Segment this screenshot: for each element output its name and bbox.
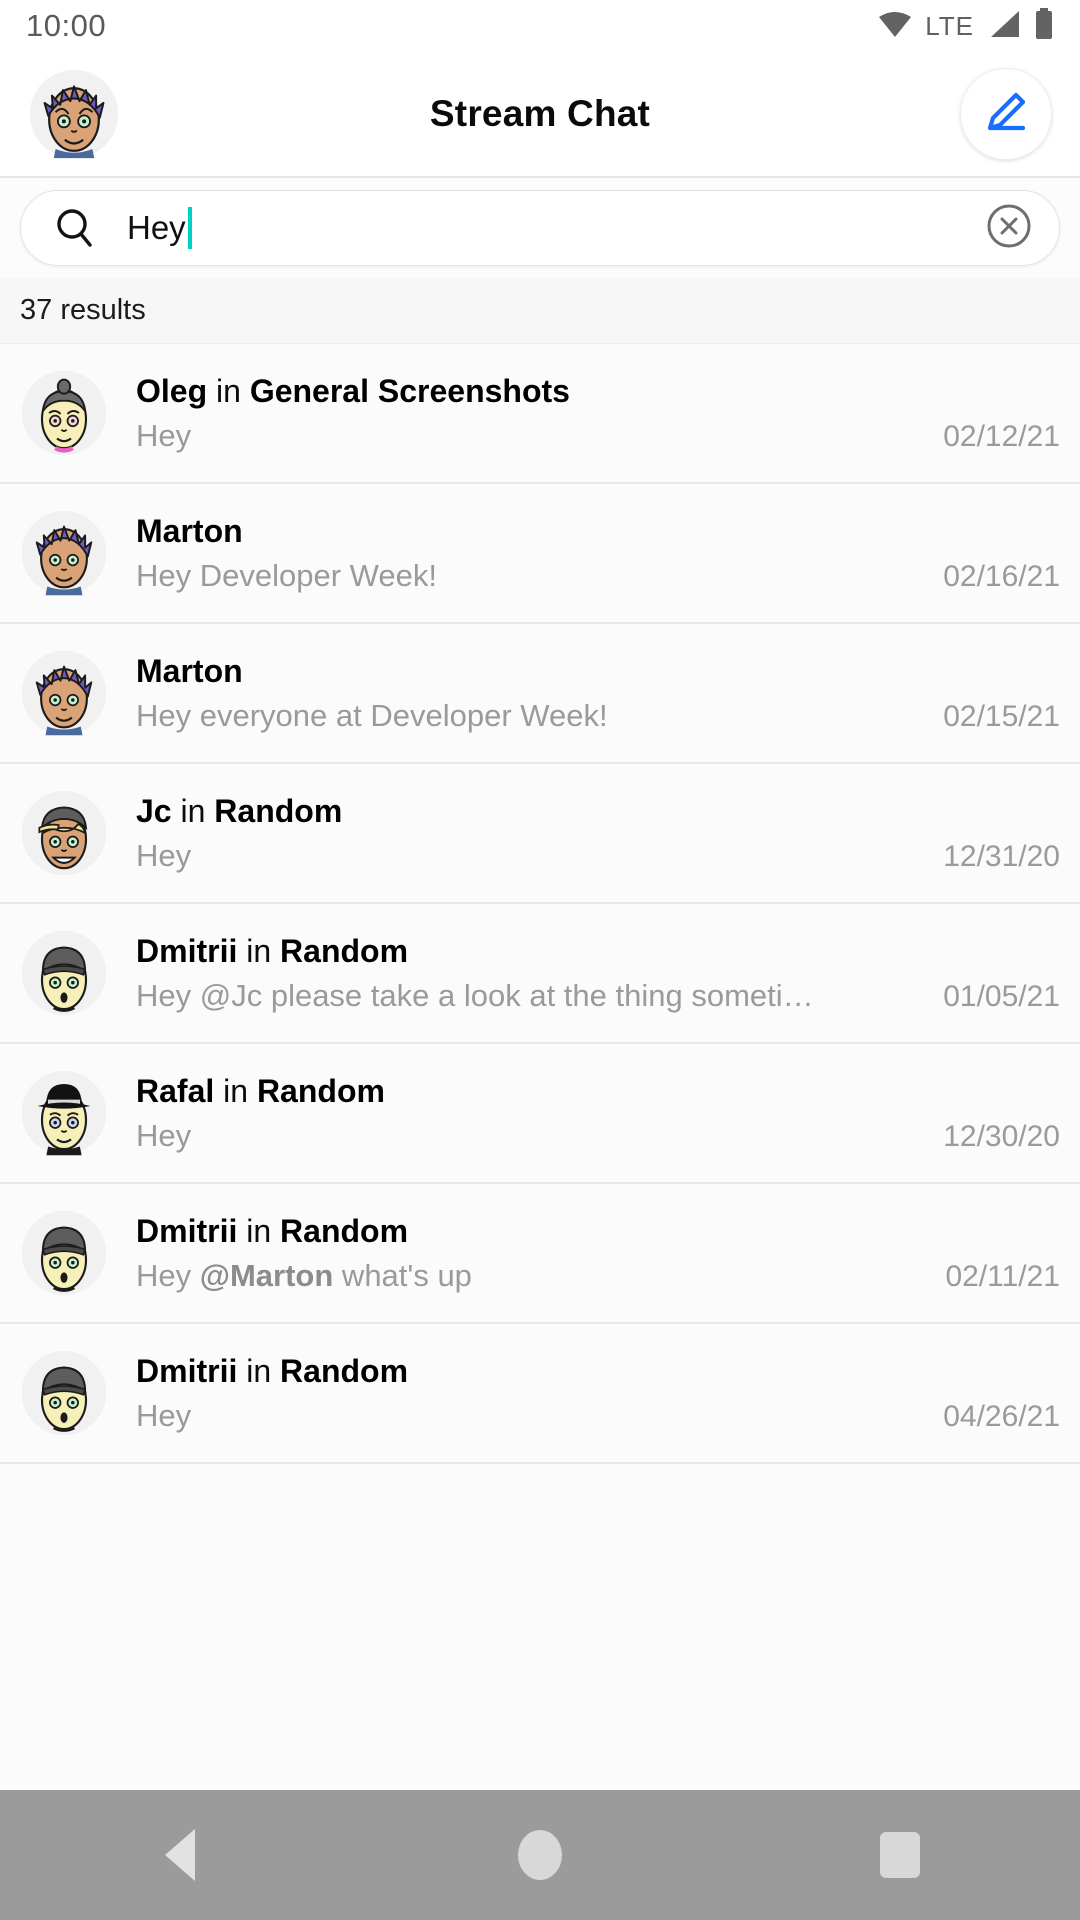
result-channel-name: Random	[280, 932, 409, 969]
recents-square-icon	[880, 1832, 920, 1878]
result-date: 04/26/21	[943, 1399, 1060, 1433]
signal-icon	[987, 9, 1021, 44]
result-in-word: in	[216, 372, 241, 409]
result-channel-name: Random	[280, 1212, 409, 1249]
result-in-word: in	[246, 1352, 272, 1389]
nav-home-button[interactable]	[480, 1795, 600, 1915]
results-count-bar: 37 results	[0, 278, 1080, 344]
mention-token: @Marton	[199, 1257, 334, 1293]
result-in-word: in	[246, 1212, 272, 1249]
pencil-edit-icon	[983, 89, 1029, 140]
result-in-word: in	[180, 792, 206, 829]
result-user-name: Dmitrii	[136, 1212, 238, 1249]
search-section: Hey	[0, 178, 1080, 278]
result-title: Jc in Random	[136, 793, 1060, 830]
result-title: Marton	[136, 513, 1060, 550]
jc-cap-avatar	[20, 789, 108, 877]
result-message: Hey	[136, 417, 192, 453]
result-message: Hey @Jc please take a look at the thing …	[136, 977, 814, 1013]
wifi-icon	[878, 9, 912, 44]
result-message: Hey @Marton what's up	[136, 1257, 472, 1293]
nav-back-button[interactable]	[120, 1795, 240, 1915]
nav-recents-button[interactable]	[840, 1795, 960, 1915]
table-row[interactable]: Dmitrii in Random Hey @Jc please take a l…	[0, 904, 1080, 1044]
result-channel-name: General Screenshots	[249, 372, 570, 409]
marton-purple-hair-avatar	[20, 649, 108, 737]
result-channel-name: Random	[280, 1352, 409, 1389]
result-title: Dmitrii in Random	[136, 1213, 1060, 1250]
table-row[interactable]: Jc in Random Hey 12/31/20	[0, 764, 1080, 904]
result-user-name: Rafal	[136, 1072, 215, 1109]
compose-button[interactable]	[960, 68, 1052, 160]
result-title: Dmitrii in Random	[136, 933, 1060, 970]
result-in-word: in	[223, 1072, 249, 1109]
result-date: 02/16/21	[943, 559, 1060, 593]
result-date: 12/31/20	[943, 839, 1060, 873]
status-bar: 10:00 LTE	[0, 0, 1080, 52]
result-user-name: Jc	[136, 792, 172, 829]
search-results-list[interactable]: Oleg in General Screenshots Hey 02/12/21 Ma…	[0, 344, 1080, 1790]
search-value: Hey	[127, 209, 186, 246]
result-date: 02/12/21	[943, 419, 1060, 453]
result-in-word: in	[246, 932, 272, 969]
dmitrii-beanie-avatar	[20, 1209, 108, 1297]
result-message: Hey everyone at Developer Week!	[136, 697, 608, 733]
clear-search-button[interactable]	[985, 202, 1033, 255]
result-user-name: Dmitrii	[136, 1352, 238, 1389]
result-channel-name: Random	[214, 792, 343, 829]
result-title: Oleg in General Screenshots	[136, 373, 1060, 410]
status-icons: LTE	[878, 7, 1054, 45]
avatar[interactable]	[28, 68, 120, 160]
network-label: LTE	[925, 10, 974, 41]
status-time: 10:00	[26, 8, 107, 43]
result-title: Rafal in Random	[136, 1073, 1060, 1110]
result-title: Dmitrii in Random	[136, 1353, 1060, 1390]
table-row[interactable]: Marton Hey Developer Week! 02/16/21	[0, 484, 1080, 624]
table-row[interactable]: Dmitrii in Random Hey @Marton what's up 02…	[0, 1184, 1080, 1324]
result-date: 02/15/21	[943, 699, 1060, 733]
marton-purple-hair-avatar	[20, 509, 108, 597]
home-circle-icon	[518, 1830, 562, 1880]
result-date: 12/30/20	[943, 1119, 1060, 1153]
table-row[interactable]: Dmitrii in Random Hey 04/26/21	[0, 1324, 1080, 1464]
rafal-bowler-hat-avatar	[20, 1069, 108, 1157]
search-input[interactable]: Hey	[20, 190, 1060, 266]
result-user-name: Dmitrii	[136, 932, 238, 969]
page-title: Stream Chat	[429, 93, 651, 134]
table-row[interactable]: Oleg in General Screenshots Hey 02/12/21	[0, 344, 1080, 484]
result-title: Marton	[136, 653, 1060, 690]
battery-icon	[1034, 7, 1054, 45]
results-count: 37 results	[20, 294, 146, 326]
result-user-name: Marton	[136, 652, 243, 689]
table-row[interactable]: Marton Hey everyone at Developer Week! 02/…	[0, 624, 1080, 764]
result-message: Hey	[136, 1117, 192, 1153]
search-icon	[53, 206, 99, 250]
dmitrii-beanie-avatar	[20, 1349, 108, 1437]
result-message: Hey Developer Week!	[136, 557, 437, 593]
app-bar: Stream Chat	[0, 52, 1080, 178]
android-nav-bar	[0, 1790, 1080, 1920]
result-user-name: Marton	[136, 512, 243, 549]
clear-circle-icon	[985, 202, 1033, 255]
result-channel-name: Random	[256, 1072, 385, 1109]
result-user-name: Oleg	[136, 372, 208, 409]
result-message: Hey	[136, 1397, 192, 1433]
oleg-topknot-avatar	[20, 369, 108, 457]
dmitrii-beanie-avatar	[20, 929, 108, 1017]
result-date: 01/05/21	[943, 979, 1060, 1013]
result-message: Hey	[136, 837, 192, 873]
back-triangle-icon	[165, 1829, 195, 1881]
result-date: 02/11/21	[945, 1259, 1060, 1293]
table-row[interactable]: Rafal in Random Hey 12/30/20	[0, 1044, 1080, 1184]
text-caret	[187, 207, 192, 249]
phone-screen: 10:00 LTE Stream Chat Hey 37 results Ole…	[0, 0, 1080, 1920]
